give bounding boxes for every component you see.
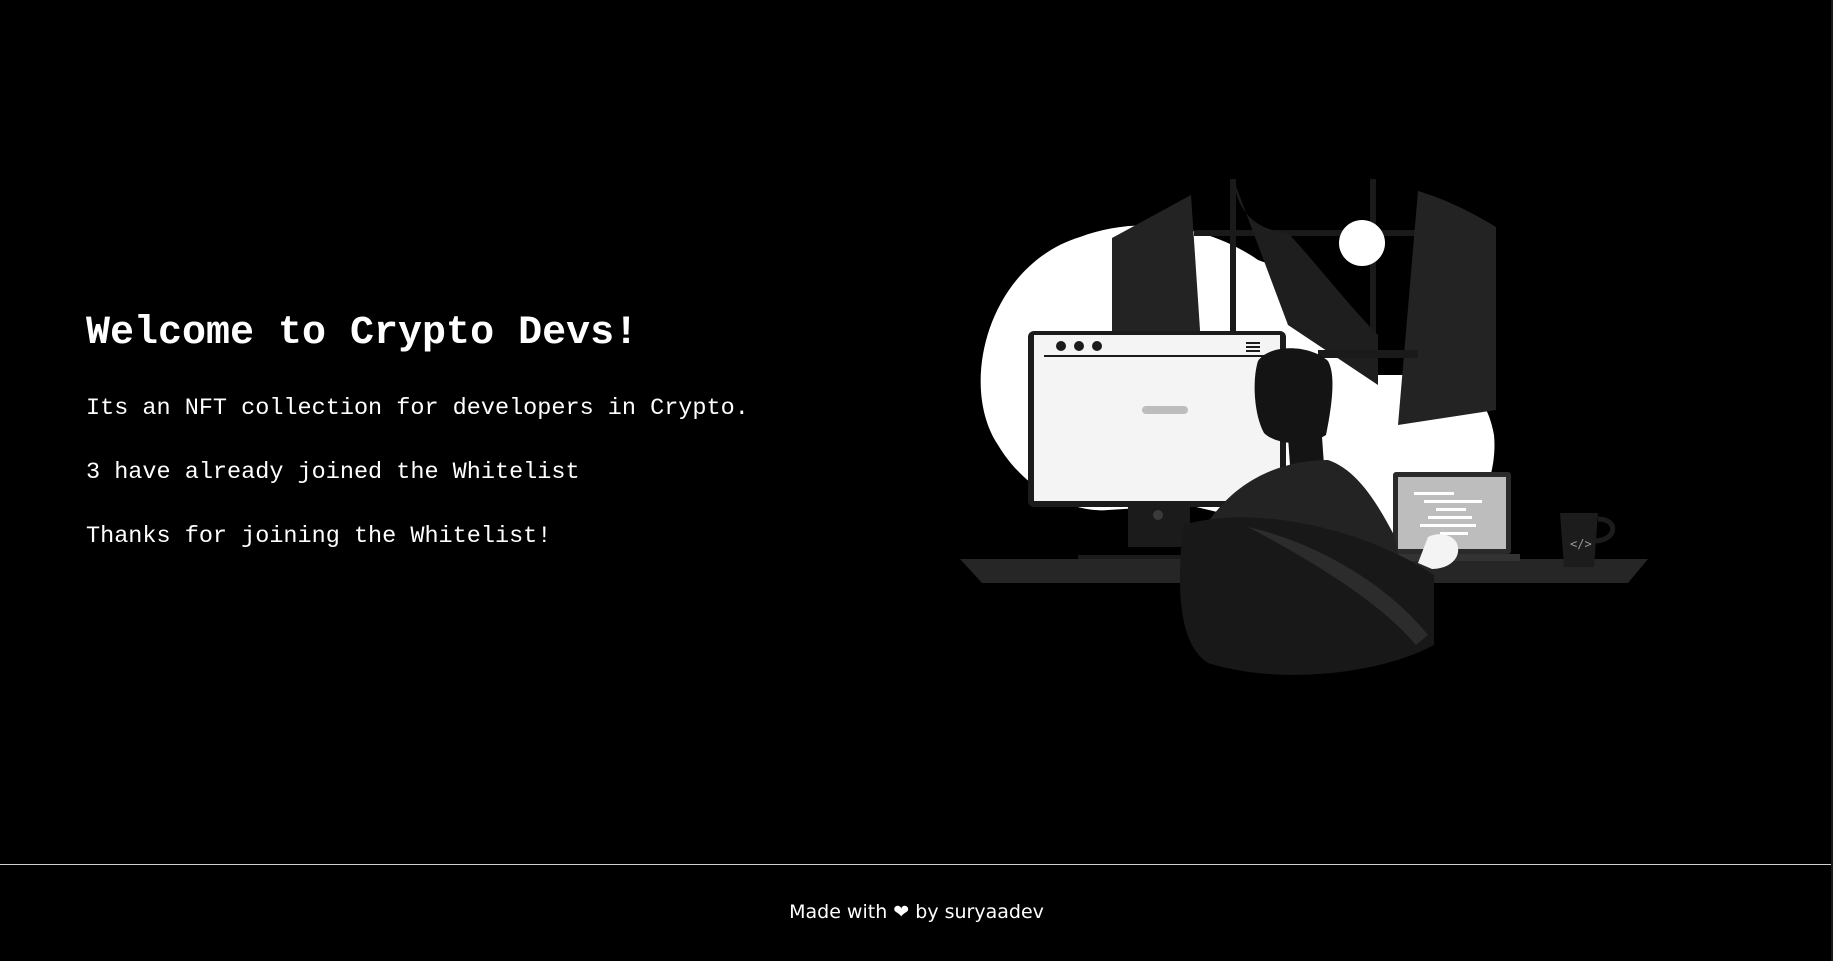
person-hair [1254,348,1333,444]
page-title: Welcome to Crypto Devs! [86,311,639,356]
whitelist-joined-count: 3 have already joined the Whitelist [86,459,580,486]
footer-author: by suryaadev [915,901,1044,923]
laptop-code-line-3 [1436,508,1466,511]
monitor-loading-bar [1142,406,1188,414]
footer-prefix: Made with [789,901,888,923]
mug-handle [1595,516,1616,544]
laptop-code-line-6 [1440,532,1468,535]
collection-description: Its an NFT collection for developers in … [86,395,749,422]
moon-circle [1339,220,1385,266]
monitor-dot-1 [1056,341,1066,351]
window-bar-horizontal [1194,230,1424,236]
mug-code-icon: </> [1570,537,1592,551]
whitelist-status-message: Thanks for joining the Whitelist! [86,523,552,550]
window-right-panel [1398,191,1496,425]
laptop-code-line-4 [1428,516,1472,519]
monitor-menu-line-1 [1246,342,1260,344]
monitor-divider [1044,355,1270,357]
heart-icon: ❤ [893,901,910,923]
footer: Made with ❤ by suryaadev [0,864,1833,961]
hero-text-block: Welcome to Crypto Devs! Its an NFT colle… [86,308,906,551]
laptop-code-line-1 [1414,492,1454,495]
monitor-screen [1034,335,1280,501]
developer-at-desk-illustration: </> [960,179,1648,675]
monitor-menu-line-3 [1246,350,1260,352]
monitor-power-dot [1153,510,1163,520]
footer-credit: Made with ❤ by suryaadev [789,901,1044,925]
window-ledge [1318,350,1418,358]
monitor-menu-line-2 [1246,346,1260,348]
main-section: Welcome to Crypto Devs! Its an NFT colle… [0,0,1833,864]
laptop-code-line-5 [1420,524,1476,527]
laptop-code-line-2 [1424,500,1482,503]
monitor-dot-3 [1092,341,1102,351]
monitor-dot-2 [1074,341,1084,351]
